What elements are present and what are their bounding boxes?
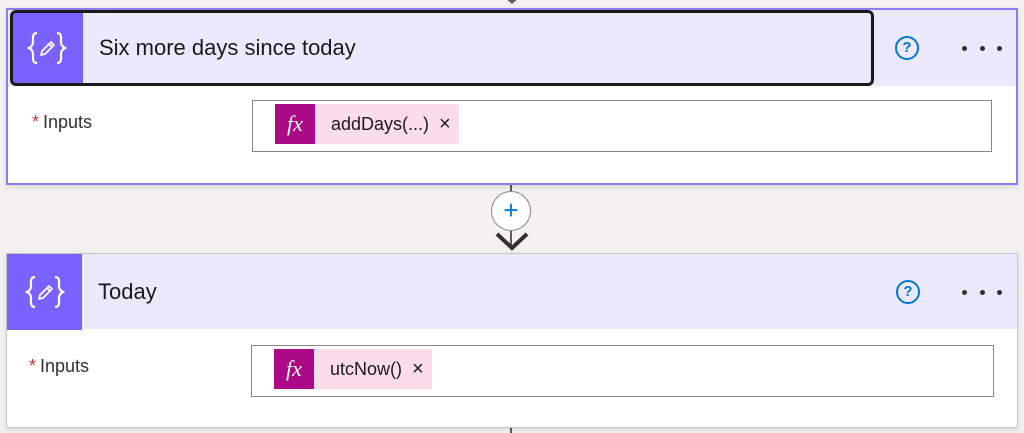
- curly-braces-pencil-icon: [24, 275, 65, 309]
- inputs-label: * Inputs: [32, 112, 93, 132]
- token-label: addDays(...): [331, 113, 430, 134]
- add-step-button[interactable]: +: [491, 191, 531, 231]
- flow-designer-canvas: + Six more days since today ? * Inputs f…: [0, 0, 1024, 433]
- curly-braces-pencil-icon: [27, 31, 67, 65]
- inputs-field[interactable]: fx addDays(...) ×: [252, 100, 992, 152]
- required-asterisk: *: [32, 112, 40, 132]
- data-operation-compose-icon: [11, 13, 83, 83]
- fx-expression-icon: fx: [274, 349, 314, 389]
- data-operation-compose-icon: [7, 254, 82, 330]
- expression-token[interactable]: fx utcNow() ×: [274, 349, 432, 389]
- remove-token-icon[interactable]: ×: [439, 104, 459, 144]
- action-card-six-more-days[interactable]: Six more days since today ? * Inputs fx a…: [6, 8, 1018, 185]
- help-icon[interactable]: ?: [896, 280, 920, 304]
- expression-token[interactable]: fx addDays(...) ×: [275, 104, 459, 144]
- inputs-label: * Inputs: [29, 356, 90, 376]
- action-card-today[interactable]: Today ? * Inputs fx utcNow() ×: [6, 253, 1018, 428]
- more-options-icon[interactable]: [962, 38, 1002, 58]
- token-label: utcNow(): [330, 358, 403, 379]
- incoming-arrow-icon: [507, 0, 517, 4]
- action-title[interactable]: Today: [98, 254, 157, 329]
- more-options-icon[interactable]: [962, 282, 1002, 302]
- required-asterisk: *: [29, 356, 37, 376]
- action-card-header[interactable]: Six more days since today ?: [8, 10, 1016, 86]
- plus-icon: +: [503, 195, 519, 225]
- fx-expression-icon: fx: [275, 104, 315, 144]
- remove-token-icon[interactable]: ×: [412, 349, 432, 389]
- action-card-header[interactable]: Today ?: [7, 254, 1017, 330]
- help-icon[interactable]: ?: [895, 36, 919, 60]
- inputs-field[interactable]: fx utcNow() ×: [251, 345, 994, 397]
- action-title[interactable]: Six more days since today: [99, 10, 356, 86]
- chevron-down-icon: [495, 232, 529, 251]
